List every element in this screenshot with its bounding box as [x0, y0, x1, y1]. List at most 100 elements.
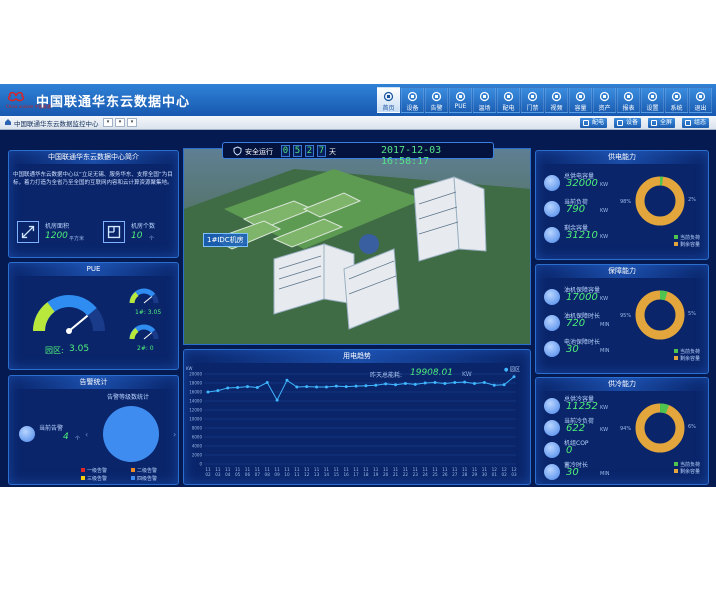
toolbar-device-button[interactable]: 设备	[614, 118, 642, 128]
cooling-item-value: 30	[566, 467, 579, 478]
data-point[interactable]	[206, 390, 210, 394]
nav-home[interactable]: 首页	[377, 87, 400, 113]
legend-level2: 二级告警	[137, 468, 158, 474]
nav-label: 报表	[622, 105, 635, 112]
cooling-item-unit: KW	[600, 405, 609, 411]
y-tick-label: 0	[199, 462, 202, 467]
x-tick-day: 04	[225, 472, 231, 477]
nav-power[interactable]: 配电	[497, 87, 520, 113]
data-point[interactable]	[413, 382, 417, 386]
backup-item-unit: MIN	[600, 348, 610, 354]
x-tick-day: 21	[393, 472, 399, 477]
legend-level3-swatch	[81, 476, 85, 480]
dashboard-app: China unicom 中国联通 中国联通华东云数据中心 首页 设备 告警 PUE 温…	[0, 84, 716, 487]
data-point[interactable]	[354, 384, 358, 388]
toolbar-distribution-button[interactable]: 配电	[580, 118, 608, 128]
cooling-item-value: 0	[566, 445, 573, 456]
data-point[interactable]	[226, 386, 230, 390]
backup-bullet-icon	[544, 341, 560, 357]
data-point[interactable]	[482, 381, 486, 385]
nav-capacity[interactable]: 容量	[569, 87, 592, 113]
data-point[interactable]	[305, 385, 309, 389]
legend-level1: 一级告警	[87, 468, 108, 474]
x-tick-day: 05	[235, 472, 241, 477]
building-label[interactable]: 1#IDC机房	[203, 233, 248, 247]
data-point[interactable]	[315, 385, 319, 389]
data-point[interactable]	[364, 384, 368, 388]
donut-remaining-slice	[635, 290, 685, 340]
nav-thermometer[interactable]: 温场	[473, 87, 496, 113]
data-point[interactable]	[394, 383, 398, 387]
x-tick-day: 01	[492, 472, 498, 477]
nav-video[interactable]: 视频	[545, 87, 568, 113]
toolbar-fullscreen-button[interactable]: 全屏	[648, 118, 676, 128]
data-point[interactable]	[463, 380, 467, 384]
backup-donut-right: 5%	[688, 311, 696, 317]
data-point[interactable]	[344, 385, 348, 389]
data-point[interactable]	[265, 381, 269, 385]
data-point[interactable]	[216, 389, 220, 393]
data-point[interactable]	[384, 382, 388, 386]
nav-door[interactable]: 门禁	[521, 87, 544, 113]
cooling-legend-current: 当前负荷	[680, 462, 701, 468]
home-icon[interactable]	[4, 118, 12, 126]
nav-label: 视频	[550, 105, 563, 112]
data-point[interactable]	[423, 381, 427, 385]
donut-current-slice	[659, 290, 668, 301]
data-point[interactable]	[285, 378, 289, 382]
data-point[interactable]	[334, 384, 338, 388]
data-point[interactable]	[453, 381, 457, 385]
nav-report[interactable]: 报表	[617, 87, 640, 113]
current-alarm-icon	[19, 426, 35, 442]
nav-pue[interactable]: PUE	[449, 87, 472, 113]
data-point[interactable]	[433, 381, 437, 385]
nav-alarm[interactable]: 告警	[425, 87, 448, 113]
data-point[interactable]	[502, 383, 506, 387]
data-point[interactable]	[245, 385, 249, 389]
x-tick-day: 14	[324, 472, 330, 477]
data-point[interactable]	[473, 381, 477, 385]
nav-logout[interactable]: 退出	[689, 87, 712, 113]
pue-icon	[455, 91, 466, 102]
day-digit-4: 7	[317, 145, 326, 157]
y-tick-label: 20000	[189, 372, 202, 377]
dropdown-1[interactable]: ▾	[103, 118, 113, 127]
dropdown-3[interactable]: ▾	[127, 118, 137, 127]
safe-run-label: 安全运行	[245, 148, 273, 156]
nav-system[interactable]: 系统	[665, 87, 688, 113]
data-point[interactable]	[255, 386, 259, 389]
current-alarm-label: 当前告警	[39, 425, 64, 432]
data-point[interactable]	[512, 375, 516, 379]
supply-legend-current-swatch	[674, 235, 678, 239]
nav-asset[interactable]: 资产	[593, 87, 616, 113]
data-point[interactable]	[403, 381, 407, 385]
data-point[interactable]	[374, 383, 378, 387]
alarm-chart-title: 告警等级数统计	[107, 394, 150, 401]
campus-3d-view[interactable]: 1#IDC机房	[183, 148, 531, 345]
cooling-panel: 供冷能力 总供冷容量 11252 KW 当前冷负荷 622 KW 机组COP 0 蓄冷时长 30 M…	[535, 377, 709, 485]
nav-device[interactable]: 设备	[401, 87, 424, 113]
data-point[interactable]	[492, 383, 496, 387]
x-tick-day: 06	[245, 472, 251, 477]
data-point[interactable]	[324, 385, 328, 389]
data-point[interactable]	[295, 385, 299, 389]
current-alarm-unit: 个	[75, 436, 81, 442]
supply-item-unit: KW	[600, 182, 609, 188]
dropdown-2[interactable]: ▾	[115, 118, 125, 127]
donut-remaining-slice	[635, 176, 685, 226]
data-point[interactable]	[443, 381, 447, 385]
data-point[interactable]	[275, 398, 279, 402]
y-tick-label: 14000	[189, 399, 202, 404]
legend-level1-swatch	[81, 468, 85, 472]
toolbar-config-button[interactable]: 组态	[682, 118, 710, 128]
nav-settings[interactable]: 设置	[641, 87, 664, 113]
cooling-donut	[635, 403, 685, 453]
area-unit: 平方米	[69, 236, 85, 242]
supply-panel: 供电能力 总供电容量 32000 KW 当前负荷 790 KW 剩余容量 31210 KW 98…	[535, 150, 709, 260]
alarm-prev-arrow[interactable]: ‹	[85, 430, 88, 439]
supply-item-value: 31210	[566, 230, 598, 241]
data-point[interactable]	[236, 386, 240, 389]
alarm-next-arrow[interactable]: ›	[173, 430, 176, 439]
legend-level3: 三级告警	[87, 476, 108, 482]
config-icon	[685, 120, 691, 126]
